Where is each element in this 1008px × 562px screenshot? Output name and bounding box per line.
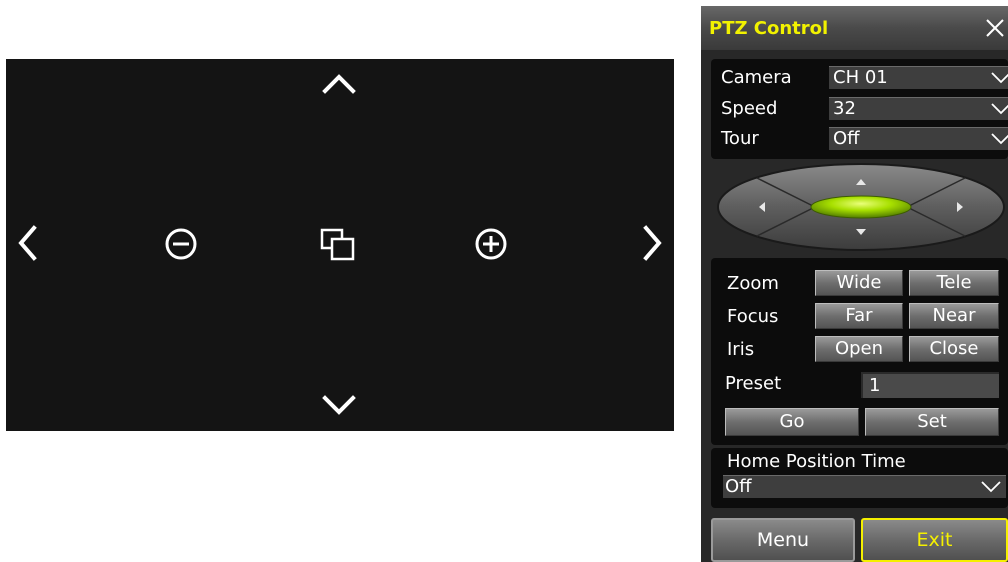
ptz-control-panel: PTZ Control Camera CH 01 Speed 32 Tour O… bbox=[701, 6, 1008, 562]
close-icon[interactable] bbox=[984, 17, 1006, 39]
fullscreen-icon[interactable] bbox=[319, 227, 357, 263]
chevron-down-icon bbox=[990, 102, 1008, 121]
lens-control-group: Zoom Wide Tele Focus Far Near Iris Open … bbox=[711, 258, 1008, 445]
tour-select[interactable]: Off bbox=[829, 127, 1008, 150]
zoom-out-icon[interactable] bbox=[164, 227, 198, 261]
tour-label: Tour bbox=[721, 128, 759, 149]
preset-input[interactable]: 1 bbox=[861, 372, 999, 398]
zoom-label: Zoom bbox=[727, 273, 779, 294]
camera-label: Camera bbox=[721, 67, 792, 88]
focus-near-button[interactable]: Near bbox=[909, 303, 999, 329]
focus-far-button[interactable]: Far bbox=[815, 303, 903, 329]
zoom-wide-button[interactable]: Wide bbox=[815, 270, 903, 296]
speed-label: Speed bbox=[721, 98, 778, 119]
panel-titlebar: PTZ Control bbox=[701, 6, 1008, 50]
iris-label: Iris bbox=[727, 339, 755, 360]
home-position-value: Off bbox=[725, 476, 752, 497]
iris-close-button[interactable]: Close bbox=[909, 336, 999, 362]
speed-value: 32 bbox=[833, 98, 856, 119]
focus-label: Focus bbox=[727, 306, 779, 327]
camera-select[interactable]: CH 01 bbox=[829, 66, 1008, 89]
preset-label: Preset bbox=[725, 373, 782, 394]
chevron-down-icon bbox=[980, 480, 1002, 499]
zoom-tele-button[interactable]: Tele bbox=[909, 270, 999, 296]
chevron-down-icon bbox=[990, 132, 1008, 151]
camera-settings-group: Camera CH 01 Speed 32 Tour Off bbox=[711, 59, 1008, 159]
preset-set-button[interactable]: Set bbox=[865, 408, 999, 436]
speed-select[interactable]: 32 bbox=[829, 97, 1008, 120]
menu-button[interactable]: Menu bbox=[711, 518, 855, 562]
zoom-in-icon[interactable] bbox=[474, 227, 508, 261]
exit-button[interactable]: Exit bbox=[861, 518, 1008, 562]
camera-value: CH 01 bbox=[833, 67, 888, 88]
pan-left-icon[interactable] bbox=[16, 225, 38, 261]
ptz-joystick[interactable] bbox=[715, 162, 1007, 252]
pan-up-icon[interactable] bbox=[322, 71, 356, 95]
home-position-label: Home Position Time bbox=[727, 451, 906, 472]
chevron-down-icon bbox=[990, 71, 1008, 90]
panel-title: PTZ Control bbox=[709, 18, 829, 39]
iris-open-button[interactable]: Open bbox=[815, 336, 903, 362]
pan-right-icon[interactable] bbox=[642, 225, 664, 261]
preset-go-button[interactable]: Go bbox=[725, 408, 859, 436]
home-position-select[interactable]: Off bbox=[723, 475, 1006, 498]
tour-value: Off bbox=[833, 128, 860, 149]
home-position-group: Home Position Time Off bbox=[711, 448, 1008, 508]
pan-down-icon[interactable] bbox=[322, 394, 356, 418]
video-view[interactable] bbox=[6, 59, 674, 431]
